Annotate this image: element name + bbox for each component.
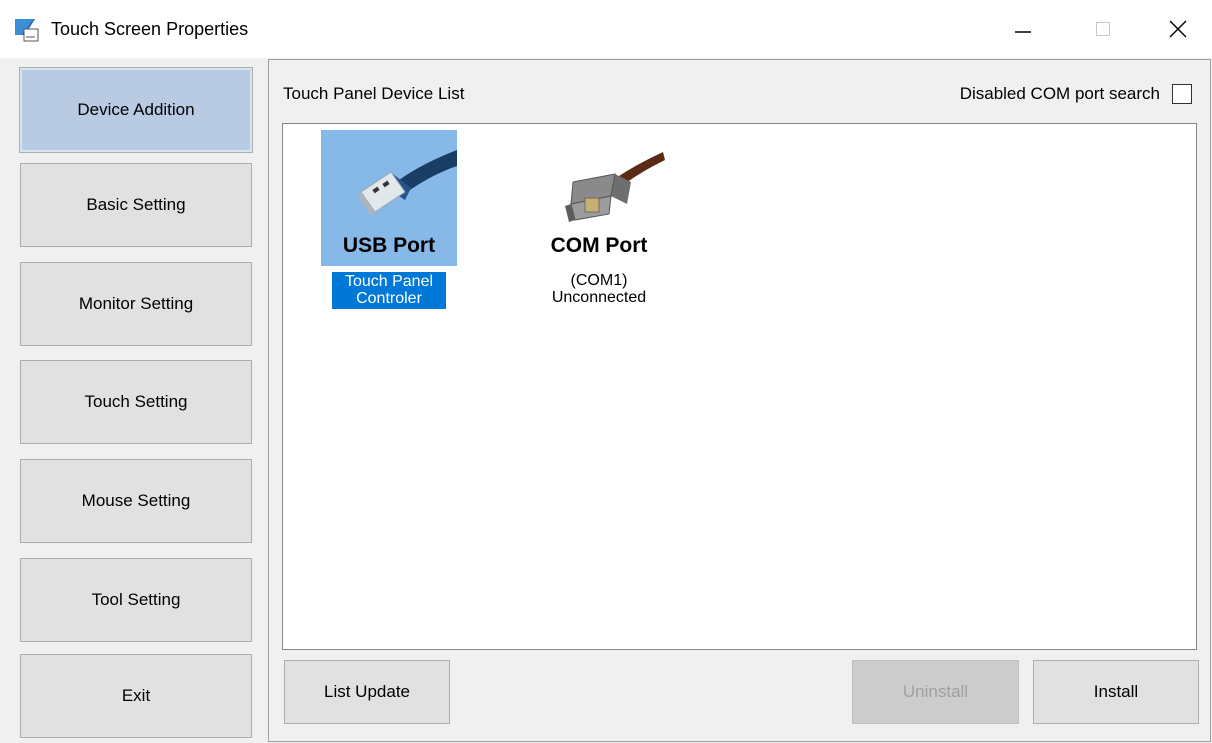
sidebar-item-label: Basic Setting bbox=[86, 195, 186, 214]
sidebar-item-label: Monitor Setting bbox=[78, 294, 194, 313]
maximize-icon bbox=[1096, 22, 1110, 36]
install-button[interactable]: Install bbox=[1033, 660, 1199, 724]
usb-caption-line2: Controler bbox=[356, 290, 422, 307]
app-icon bbox=[15, 19, 39, 42]
close-icon bbox=[1169, 20, 1186, 38]
com-search-label: Disabled COM port search bbox=[959, 84, 1160, 103]
uninstall-label: Uninstall bbox=[902, 682, 969, 701]
sidebar-item-device-addition[interactable]: Device Addition bbox=[19, 67, 253, 153]
sidebar-item-exit[interactable]: Exit bbox=[20, 654, 252, 738]
usb-port-name: USB Port bbox=[342, 234, 436, 257]
title-bar: Touch Screen Properties bbox=[0, 0, 1212, 58]
close-button[interactable] bbox=[1143, 0, 1212, 58]
usb-icon-container: USB Port bbox=[321, 130, 457, 266]
minimize-button[interactable] bbox=[983, 0, 1063, 58]
serial-connector-icon bbox=[565, 152, 665, 222]
usb-plug-icon bbox=[357, 150, 457, 216]
com-caption-line1: (COM1) bbox=[570, 272, 628, 289]
client-area: Device Addition Basic Setting Monitor Se… bbox=[0, 58, 1212, 743]
com-icon-container: COM Port bbox=[531, 130, 667, 266]
usb-port-device[interactable]: USB Port Touch Panel Controler bbox=[321, 130, 457, 309]
com-port-name: COM Port bbox=[550, 234, 648, 257]
main-panel: Touch Panel Device List Disabled COM por… bbox=[268, 59, 1211, 742]
maximize-button[interactable] bbox=[1063, 0, 1143, 58]
uninstall-button: Uninstall bbox=[852, 660, 1019, 724]
usb-port-caption: Touch Panel Controler bbox=[332, 272, 446, 309]
sidebar-item-label: Tool Setting bbox=[91, 590, 181, 609]
sidebar-item-label: Exit bbox=[121, 686, 151, 705]
device-list[interactable]: USB Port Touch Panel Controler COM Port … bbox=[282, 123, 1197, 650]
com-port-device[interactable]: COM Port (COM1) Unconnected bbox=[531, 130, 667, 306]
device-list-title: Touch Panel Device List bbox=[283, 84, 465, 103]
sidebar-item-label: Mouse Setting bbox=[81, 491, 191, 510]
sidebar-item-mouse-setting[interactable]: Mouse Setting bbox=[20, 459, 252, 543]
com-caption-line2: Unconnected bbox=[551, 289, 647, 306]
sidebar-item-touch-setting[interactable]: Touch Setting bbox=[20, 360, 252, 444]
install-label: Install bbox=[1093, 682, 1139, 701]
com-port-caption: (COM1) Unconnected bbox=[531, 272, 667, 306]
com-search-checkbox[interactable] bbox=[1172, 84, 1192, 104]
com-port-search-option[interactable]: Disabled COM port search bbox=[960, 84, 1192, 104]
list-update-label: List Update bbox=[324, 682, 410, 701]
sidebar-item-basic-setting[interactable]: Basic Setting bbox=[20, 163, 252, 247]
sidebar-item-tool-setting[interactable]: Tool Setting bbox=[20, 558, 252, 642]
list-update-button[interactable]: List Update bbox=[284, 660, 450, 724]
window-title: Touch Screen Properties bbox=[51, 19, 249, 39]
sidebar-item-label: Touch Setting bbox=[84, 392, 188, 411]
minimize-icon bbox=[1015, 31, 1031, 33]
sidebar-item-monitor-setting[interactable]: Monitor Setting bbox=[20, 262, 252, 346]
usb-caption-line1: Touch Panel bbox=[344, 273, 434, 290]
sidebar-item-label: Device Addition bbox=[77, 100, 195, 119]
